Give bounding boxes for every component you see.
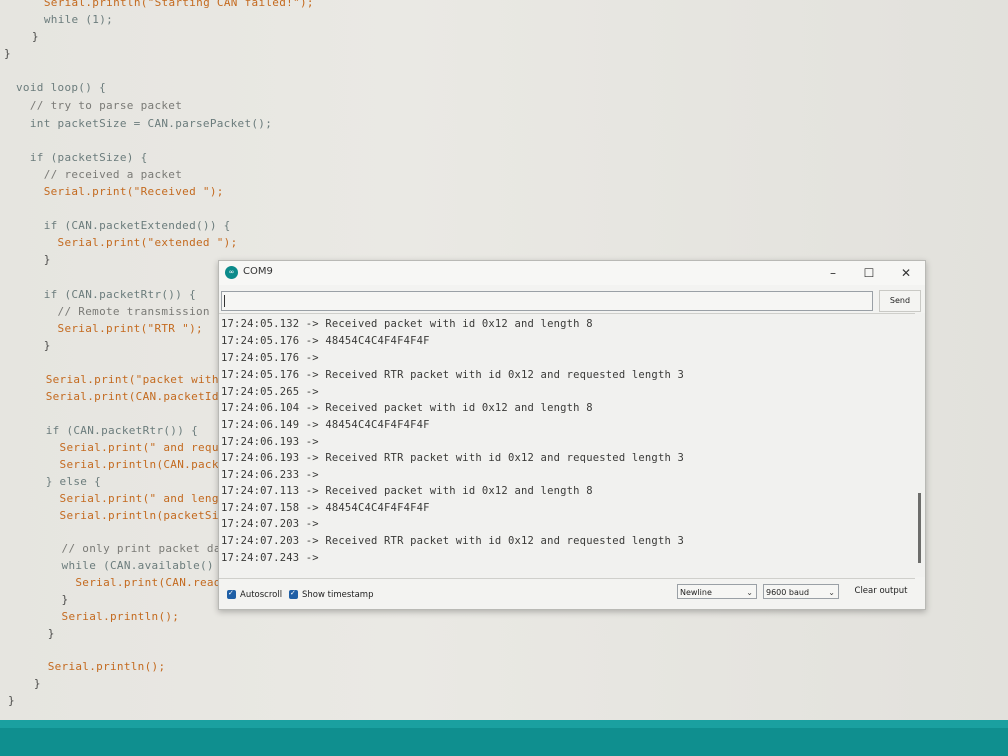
output-line: 17:24:05.176 -> 48454C4C4F4F4F4F — [221, 335, 430, 347]
output-line: 17:24:06.233 -> — [221, 469, 319, 481]
clear-output-button[interactable]: Clear output — [849, 582, 913, 600]
serial-output[interactable]: 17:24:05.132 -> Received packet with id … — [219, 313, 915, 579]
line-ending-select[interactable]: Newline ⌄ — [677, 584, 757, 599]
output-line: 17:24:05.176 -> — [221, 352, 319, 364]
status-bar — [0, 720, 1008, 756]
output-scrollbar[interactable] — [915, 313, 925, 577]
code-line: Serial.println(packetSi — [18, 509, 219, 522]
text-caret — [224, 295, 225, 307]
code-line: } — [20, 593, 69, 606]
maximize-icon[interactable]: ☐ — [859, 264, 879, 282]
code-line: // received a packet — [16, 168, 183, 181]
code-line: Serial.print(CAN.packetId — [18, 390, 219, 403]
monitor-toolbar: Autoscroll Show timestamp Newline ⌄ 9600… — [219, 579, 925, 609]
output-line: 17:24:07.158 -> 48454C4C4F4F4F4F — [221, 502, 430, 514]
code-line: } — [4, 47, 11, 60]
output-line: 17:24:07.203 -> Received RTR packet with… — [221, 535, 685, 547]
code-line: } — [16, 253, 51, 266]
code-line: Serial.println(); — [20, 610, 180, 623]
output-line: 17:24:05.265 -> — [221, 386, 319, 398]
chevron-down-icon: ⌄ — [746, 588, 753, 597]
output-line: 17:24:05.132 -> Received packet with id … — [221, 318, 593, 330]
output-line: 17:24:07.113 -> Received packet with id … — [221, 485, 593, 497]
status-bar-strip — [0, 720, 1008, 728]
code-line: void loop() { — [16, 81, 106, 94]
code-line: Serial.print(" and requ — [18, 441, 219, 454]
code-line: } — [18, 30, 39, 43]
send-button[interactable]: Send — [879, 290, 921, 312]
output-line: 17:24:07.203 -> — [221, 518, 319, 530]
autoscroll-checkbox[interactable] — [227, 589, 236, 599]
send-input[interactable] — [221, 291, 873, 311]
close-icon[interactable]: ✕ — [896, 264, 916, 282]
window-title: COM9 — [243, 266, 273, 277]
baud-rate-select[interactable]: 9600 baud ⌄ — [763, 584, 839, 599]
output-line: 17:24:06.104 -> Received packet with id … — [221, 402, 593, 414]
line-ending-value: Newline — [680, 588, 712, 597]
code-line: Serial.println("Starting CAN failed!"); — [30, 0, 314, 9]
show-timestamp-checkbox[interactable] — [289, 589, 298, 599]
code-line: int packetSize = CAN.parsePacket(); — [16, 117, 273, 130]
serial-monitor-window[interactable]: ∞ COM9 – ☐ ✕ Send 17:24:05.132 -> Receiv… — [218, 260, 926, 610]
code-line: while (CAN.available() — [20, 559, 214, 572]
output-line: 17:24:05.176 -> Received RTR packet with… — [221, 369, 685, 381]
show-timestamp-label: Show timestamp — [302, 590, 374, 600]
code-line: Serial.print("extended "); — [16, 236, 238, 249]
code-line: Serial.print("RTR "); — [16, 322, 203, 335]
output-line: 17:24:06.193 -> — [221, 436, 319, 448]
code-line: if (CAN.packetExtended()) { — [16, 219, 231, 232]
code-line: Serial.print(" and leng — [18, 492, 219, 505]
title-bar[interactable]: ∞ COM9 – ☐ ✕ — [219, 261, 925, 285]
code-line: // only print packet da — [20, 542, 221, 555]
code-line: Serial.print("Received "); — [16, 185, 224, 198]
chevron-down-icon: ⌄ — [828, 588, 835, 597]
code-line: Serial.print(CAN.read — [20, 576, 221, 589]
code-line: if (packetSize) { — [16, 151, 148, 164]
minimize-icon[interactable]: – — [823, 264, 843, 282]
baud-rate-value: 9600 baud — [766, 588, 810, 597]
code-line: Serial.println(); — [20, 660, 166, 673]
code-line: if (CAN.packetRtr()) { — [16, 288, 196, 301]
code-line: } — [8, 694, 15, 707]
code-line: } else { — [18, 475, 102, 488]
arduino-icon: ∞ — [225, 266, 238, 279]
code-line: if (CAN.packetRtr()) { — [18, 424, 198, 437]
code-line: Serial.print("packet with — [18, 373, 219, 386]
code-line: Serial.println(CAN.pack — [18, 458, 219, 471]
output-line: 17:24:06.193 -> Received RTR packet with… — [221, 452, 685, 464]
code-line: // Remote transmission — [16, 305, 210, 318]
output-line: 17:24:06.149 -> 48454C4C4F4F4F4F — [221, 419, 430, 431]
scrollbar-thumb[interactable] — [918, 493, 921, 563]
autoscroll-label: Autoscroll — [240, 590, 283, 600]
code-line: } — [20, 677, 41, 690]
code-line: // try to parse packet — [16, 99, 183, 112]
code-line: } — [16, 339, 51, 352]
output-line: 17:24:07.243 -> — [221, 552, 319, 564]
code-line: } — [20, 627, 55, 640]
code-line: while (1); — [30, 13, 114, 26]
